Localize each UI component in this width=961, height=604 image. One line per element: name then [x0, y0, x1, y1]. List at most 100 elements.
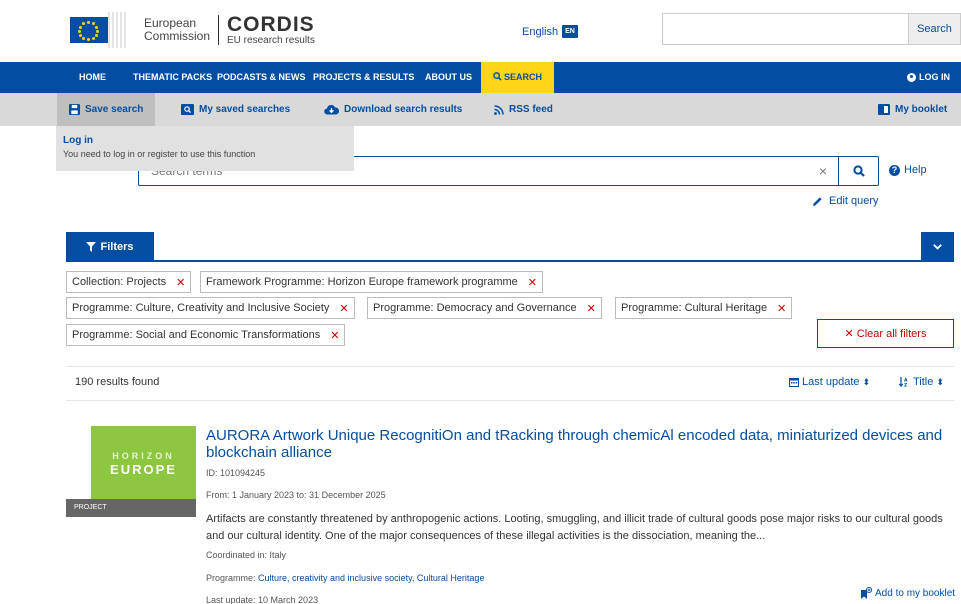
help-link[interactable]: ? Help: [889, 164, 927, 176]
nav-podcasts-news[interactable]: PODCASTS & NEWS: [217, 62, 306, 93]
sort-toggle-icon: ⬍: [862, 376, 871, 387]
nav-search[interactable]: SEARCH: [481, 62, 555, 93]
bookmark-plus-icon: [861, 587, 872, 599]
filter-chip: Collection: Projects ✕: [66, 271, 192, 293]
filter-chip-label: Collection: Projects: [72, 276, 167, 288]
save-search-label: Save search: [85, 104, 144, 115]
remove-filter-icon[interactable]: ✕: [330, 329, 339, 342]
filter-icon: [86, 242, 97, 252]
result-dates: From: 1 January 2023 to: 31 December 202…: [206, 490, 386, 500]
search-icon: [493, 72, 502, 81]
result-id: ID: 101094245: [206, 468, 266, 478]
user-icon: [907, 73, 916, 82]
download-results-button[interactable]: Download search results: [324, 93, 462, 126]
result-description: Artifacts are constantly threatened by a…: [206, 513, 943, 542]
my-saved-searches-label: My saved searches: [199, 104, 291, 115]
nav-home[interactable]: HOME: [79, 62, 106, 93]
ec-name: European Commission: [144, 16, 211, 43]
question-icon: ?: [889, 164, 900, 176]
nav-thematic-packs[interactable]: THEMATIC PACKS: [133, 62, 212, 93]
content-type-label: PROJECT: [66, 499, 196, 517]
pencil-icon: [813, 196, 822, 206]
remove-filter-icon[interactable]: ✕: [176, 276, 185, 289]
cordis-title: CORDIS: [227, 12, 315, 36]
language-code-badge: EN: [562, 25, 578, 38]
cordis-subtitle: EU research results: [227, 34, 315, 46]
result-last-update: Last update: 10 March 2023: [206, 595, 319, 604]
filter-chip: Programme: Democracy and Governance ✕: [367, 297, 602, 319]
filter-chip-label: Programme: Culture, Creativity and Inclu…: [72, 302, 330, 314]
clear-all-filters-button[interactable]: ✕ Clear all filters: [817, 319, 954, 348]
programme-link[interactable]: Culture, creativity and inclusive societ…: [258, 573, 484, 583]
chevron-down-icon: [933, 244, 942, 250]
clear-icon: ✕: [844, 328, 854, 340]
result-programme: Programme: Culture, creativity and inclu…: [206, 573, 484, 583]
horizon-logo-line2: EUROPE: [110, 461, 177, 477]
my-booklet-button[interactable]: My booklet: [878, 93, 947, 126]
filters-tab-label: Filters: [100, 241, 134, 253]
calendar-icon: [789, 378, 799, 387]
rss-feed-label: RSS feed: [509, 104, 553, 115]
edit-query-label: Edit query: [829, 195, 879, 207]
cordis-logo: CORDIS EU research results: [227, 12, 315, 46]
site-search-input[interactable]: [663, 14, 908, 44]
save-search-button[interactable]: Save search: [57, 93, 156, 126]
my-booklet-label: My booklet: [895, 104, 948, 115]
site-header: European Commission CORDIS EU research r…: [0, 0, 961, 62]
search-submit-button[interactable]: [838, 157, 878, 185]
site-search: Search: [662, 13, 961, 45]
language-label: English: [522, 25, 559, 38]
filters-bar: Filters: [66, 232, 954, 262]
project-thumbnail[interactable]: HORIZON EUROPE PROJECT: [66, 426, 196, 517]
filter-chip: Framework Programme: Horizon Europe fram…: [200, 271, 543, 293]
edit-query-link[interactable]: Edit query: [812, 195, 879, 207]
filter-chip-label: Programme: Democracy and Governance: [373, 302, 577, 314]
add-to-booklet-button[interactable]: Add to my booklet: [860, 587, 955, 600]
nav-login[interactable]: LOG IN: [907, 62, 950, 93]
nav-search-label: SEARCH: [504, 72, 543, 82]
save-icon: [69, 104, 80, 115]
nav-about-us[interactable]: ABOUT US: [425, 62, 472, 93]
site-search-button[interactable]: Search: [908, 14, 960, 44]
filter-chip-label: Framework Programme: Horizon Europe fram…: [206, 276, 518, 288]
logo-separator: [218, 15, 220, 45]
language-selector[interactable]: English EN: [522, 25, 578, 38]
clear-all-filters-label: Clear all filters: [856, 327, 927, 340]
search-tools-bar: Save search My saved searches Download s…: [0, 93, 961, 126]
remove-filter-icon[interactable]: ✕: [339, 302, 348, 315]
cloud-download-icon: [324, 104, 339, 115]
remove-filter-icon[interactable]: ✕: [587, 302, 596, 315]
horizon-logo-line1: HORIZON: [112, 450, 175, 461]
remove-filter-icon[interactable]: ✕: [528, 276, 537, 289]
filters-tab[interactable]: Filters: [66, 232, 154, 262]
ec-logo[interactable]: European Commission CORDIS EU research r…: [70, 12, 315, 48]
sort-title-label: Title: [913, 376, 934, 388]
programme-label: Programme:: [206, 573, 259, 583]
result-title-link[interactable]: AURORA Artwork Unique RecognitiOn and tR…: [206, 427, 954, 461]
filter-chip: Programme: Cultural Heritage ✕: [615, 297, 793, 319]
nav-projects-results[interactable]: PROJECTS & RESULTS: [313, 62, 414, 93]
rss-feed-button[interactable]: RSS feed: [494, 93, 553, 126]
login-popup-text: You need to log in or register to use th…: [63, 149, 256, 159]
saved-searches-icon: [181, 104, 194, 115]
my-saved-searches-button[interactable]: My saved searches: [181, 93, 290, 126]
sort-last-update-label: Last update: [802, 376, 860, 388]
sort-by-title[interactable]: AZ Title ⬍: [899, 376, 944, 388]
divider: [66, 366, 954, 367]
sort-by-last-update[interactable]: Last update ⬍: [789, 376, 870, 388]
remove-filter-icon[interactable]: ✕: [777, 302, 786, 315]
main-nav: HOME THEMATIC PACKS PODCASTS & NEWS PROJ…: [0, 62, 961, 93]
clear-search-icon[interactable]: ×: [808, 157, 838, 185]
sort-toggle-icon: ⬍: [936, 376, 944, 387]
filters-expand-button[interactable]: [921, 232, 954, 262]
download-results-label: Download search results: [344, 104, 463, 115]
filter-chip: Programme: Culture, Creativity and Inclu…: [66, 297, 355, 319]
filter-chip: Programme: Social and Economic Transform…: [66, 324, 346, 346]
eu-flag-icon: [70, 17, 108, 43]
horizon-europe-logo: HORIZON EUROPE: [66, 426, 196, 499]
sort-alpha-icon: AZ: [899, 377, 908, 387]
login-popup-title[interactable]: Log in: [63, 135, 347, 146]
nav-login-label: LOG IN: [919, 72, 950, 82]
booklet-icon: [878, 104, 890, 115]
divider: [66, 400, 954, 401]
